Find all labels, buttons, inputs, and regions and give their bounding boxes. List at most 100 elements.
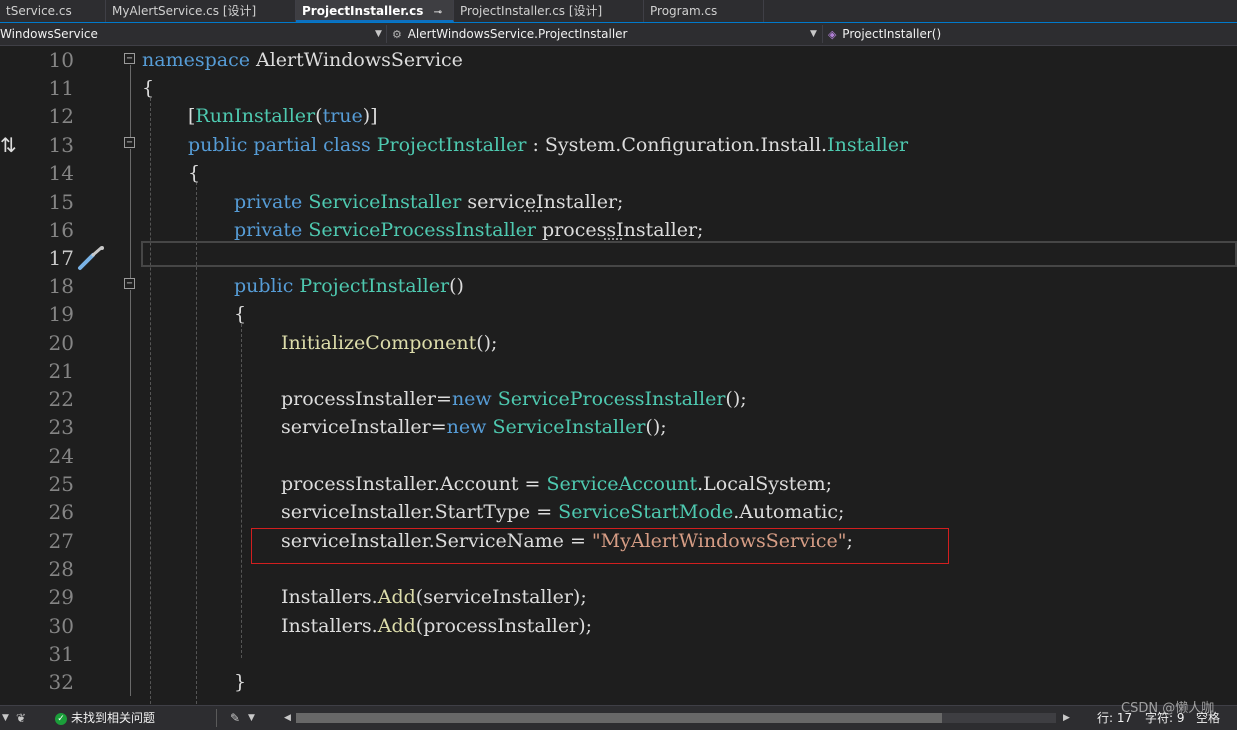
indent-guide [150, 98, 151, 704]
line-number: 30 [48, 614, 74, 638]
pin-icon[interactable]: ⊸ [434, 7, 442, 18]
line-number: 22 [48, 387, 74, 411]
code-line-10[interactable]: namespace AlertWindowsService [142, 46, 463, 74]
copilot-icon[interactable]: ❦ [16, 708, 26, 728]
project-dropdown[interactable]: WindowsService [0, 25, 98, 43]
code-token: ProjectInstaller [376, 134, 527, 156]
divider [386, 25, 387, 43]
collapse-namespace-icon[interactable]: − [124, 53, 135, 64]
code-line-23[interactable]: serviceInstaller=new ServiceInstaller(); [281, 413, 667, 441]
code-line-18[interactable]: public ProjectInstaller() [234, 272, 464, 300]
code-token: Installers. [281, 586, 378, 608]
code-line-16[interactable]: private ServiceProcessInstaller processI… [234, 216, 703, 244]
line-number: 28 [48, 557, 74, 581]
code-token: RunInstaller [195, 105, 316, 127]
member-dropdown[interactable]: ◈ ProjectInstaller() [828, 25, 941, 43]
type-dropdown[interactable]: ⚙ AlertWindowsService.ProjectInstaller [392, 25, 628, 43]
line-number: 25 [48, 472, 74, 496]
divider [216, 709, 217, 727]
line-number: 13 [48, 133, 74, 157]
collapse-class-icon[interactable]: − [124, 137, 135, 148]
divider [822, 25, 823, 43]
collapse-method-icon[interactable]: − [124, 278, 135, 289]
tab-label: MyAlertService.cs [设计] [112, 4, 257, 18]
quick-actions-screwdriver-icon[interactable] [76, 245, 106, 271]
code-token: Add [377, 615, 416, 637]
line-number: 24 [48, 444, 74, 468]
code-line-15[interactable]: private ServiceInstaller serviceInstalle… [234, 188, 623, 216]
document-tab-strip: tService.cs MyAlertService.cs [设计] Proje… [0, 0, 1237, 23]
chevron-down-icon[interactable]: ▼ [248, 708, 255, 728]
code-token: public [188, 134, 248, 156]
code-line-27[interactable]: serviceInstaller.ServiceName = "MyAlertW… [281, 527, 853, 555]
code-line-11[interactable]: { [142, 74, 154, 102]
code-token: ServiceAccount [546, 473, 698, 495]
tab-projectinstaller-design[interactable]: ProjectInstaller.cs [设计] [454, 0, 644, 22]
code-token: partial [253, 134, 318, 156]
issues-indicator[interactable]: ✓ 未找到相关问题 [55, 708, 155, 728]
editor-status-strip: ▼ ❦ ✓ 未找到相关问题 ✎ ▼ ◀ ▶ 行: 17 字符: 9 空格 [0, 705, 1237, 730]
class-icon: ⚙ [392, 28, 402, 41]
code-line-19[interactable]: { [234, 300, 246, 328]
outline-line [130, 290, 131, 696]
code-token: ServiceInstaller [492, 416, 646, 438]
code-token: (serviceInstaller); [415, 586, 587, 608]
line-number: 12 [48, 104, 74, 128]
code-token: Installers. [281, 615, 378, 637]
suggestion-dots [524, 208, 542, 212]
code-token: class [323, 134, 371, 156]
scroll-left-icon[interactable]: ◀ [284, 708, 291, 728]
brush-icon[interactable]: ✎ [230, 708, 240, 728]
line-number: 20 [48, 331, 74, 355]
tab-myalertservice-design[interactable]: MyAlertService.cs [设计] [106, 0, 296, 22]
code-token: (); [725, 388, 747, 410]
code-line-20[interactable]: InitializeComponent(); [281, 329, 497, 357]
line-number: 27 [48, 529, 74, 553]
code-line-12[interactable]: [RunInstaller(true)] [188, 102, 378, 130]
code-token: new [446, 416, 487, 438]
tab-projectinstaller-cs[interactable]: ProjectInstaller.cs ⊸ × [296, 0, 454, 22]
code-token: serviceInstaller.StartType = [281, 501, 559, 523]
line-number: 18 [48, 274, 74, 298]
code-token: serviceInstaller= [281, 416, 447, 438]
code-line-29[interactable]: Installers.Add(serviceInstaller); [281, 583, 587, 611]
code-line-13[interactable]: public partial class ProjectInstaller : … [188, 131, 908, 159]
code-line-30[interactable]: Installers.Add(processInstaller); [281, 612, 592, 640]
code-line-26[interactable]: serviceInstaller.StartType = ServiceStar… [281, 498, 844, 526]
code-token: serviceInstaller.ServiceName = [281, 530, 592, 552]
line-number: 19 [48, 302, 74, 326]
method-icon: ◈ [828, 28, 837, 41]
code-token: (); [645, 416, 667, 438]
project-dropdown-label: WindowsService [0, 27, 98, 41]
code-line-32[interactable]: } [234, 668, 246, 696]
code-token: { [188, 162, 201, 184]
chevron-down-icon[interactable]: ▼ [810, 25, 817, 43]
code-token: private [234, 191, 303, 213]
tab-service-cs[interactable]: tService.cs [0, 0, 106, 22]
tab-label: tService.cs [6, 4, 72, 18]
tab-program-cs[interactable]: Program.cs [644, 0, 764, 22]
line-number: 15 [48, 190, 74, 214]
chevron-down-icon[interactable]: ▼ [2, 708, 9, 728]
code-token: .Automatic; [733, 501, 845, 523]
code-token: public [234, 275, 294, 297]
scrollbar-thumb[interactable] [296, 713, 942, 723]
issues-label: 未找到相关问题 [71, 711, 156, 725]
change-marker-icon: ⇅ [0, 133, 17, 157]
code-token: new [451, 388, 492, 410]
line-number: 16 [48, 218, 74, 242]
code-token: ; [846, 530, 853, 552]
horizontal-scrollbar[interactable] [296, 713, 1056, 723]
code-editor[interactable]: ⇅ 10 11 12 13 14 15 16 17 18 19 20 21 22… [0, 46, 1237, 704]
chevron-down-icon[interactable]: ▼ [375, 25, 382, 43]
code-token: serviceInstaller; [461, 191, 624, 213]
code-line-14[interactable]: { [188, 159, 200, 187]
code-token: processInstaller= [281, 388, 452, 410]
type-dropdown-label: AlertWindowsService.ProjectInstaller [407, 27, 628, 41]
tab-label: Program.cs [650, 4, 718, 18]
code-line-22[interactable]: processInstaller=new ServiceProcessInsta… [281, 385, 747, 413]
code-token: { [234, 303, 247, 325]
scroll-right-icon[interactable]: ▶ [1063, 708, 1070, 728]
line-number: 26 [48, 500, 74, 524]
code-line-25[interactable]: processInstaller.Account = ServiceAccoun… [281, 470, 832, 498]
